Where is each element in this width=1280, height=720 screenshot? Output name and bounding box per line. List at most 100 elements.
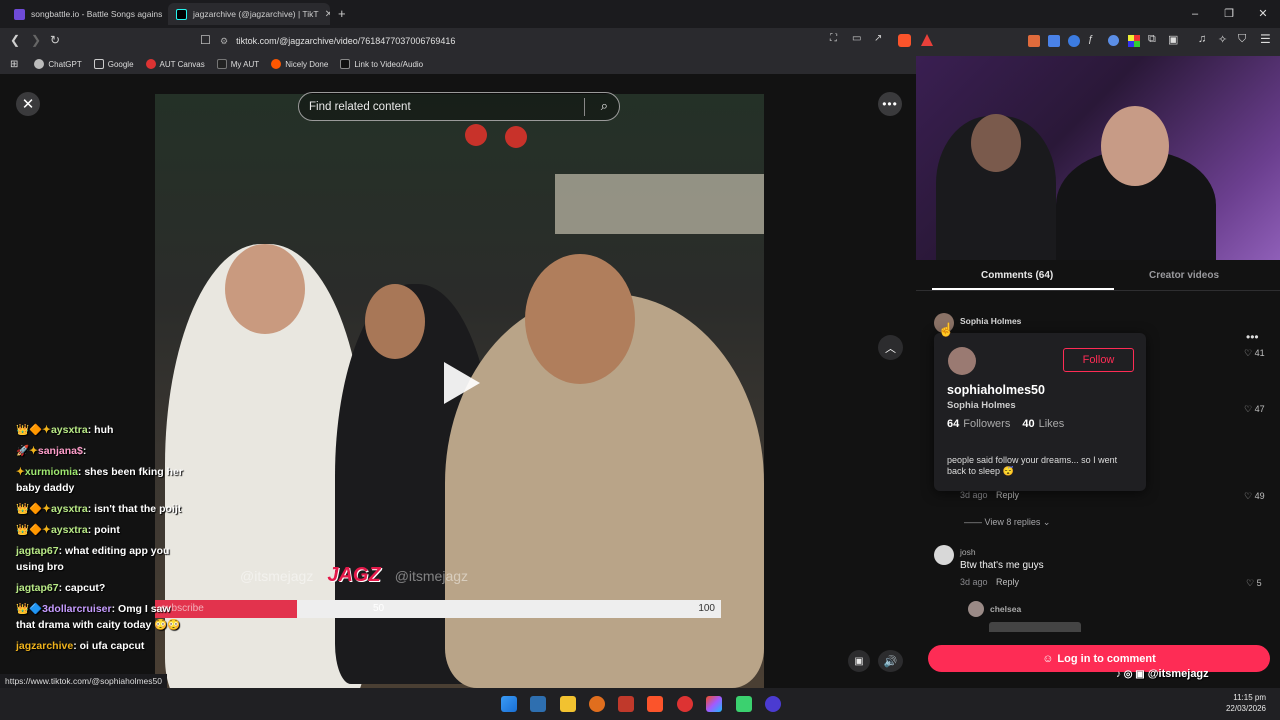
maximize-button[interactable]: ❐ [1212, 0, 1246, 28]
loading-placeholder [989, 622, 1081, 632]
ai-icon[interactable]: ✧ [1218, 33, 1227, 46]
avatar[interactable] [968, 601, 984, 617]
follow-button[interactable]: Follow [1063, 348, 1134, 372]
apps-grid-icon[interactable]: ⊞ [10, 59, 18, 70]
comment-time: 3d ago [960, 577, 988, 587]
close-window-button[interactable]: ✕ [1246, 0, 1280, 28]
cast-icon[interactable]: ▭ [852, 33, 861, 44]
bookmark-label: My AUT [230, 59, 260, 69]
minimize-button[interactable]: – [1178, 0, 1212, 28]
popup-avatar[interactable] [948, 347, 976, 375]
brave-rewards-icon[interactable] [921, 34, 933, 46]
back-icon[interactable]: ❮ [10, 33, 20, 47]
comment-more-icon[interactable]: ••• [1246, 330, 1259, 344]
comment-author[interactable]: Sophia Holmes [960, 316, 1021, 326]
site-info-icon[interactable]: ⚙ [220, 36, 228, 47]
reply-button[interactable]: Reply [996, 577, 1019, 587]
tab-tiktok[interactable]: jagzarchive (@jagzarchive) | TikT ✕ [168, 3, 330, 25]
new-tab-button[interactable]: + [338, 6, 346, 21]
bookmark-google[interactable]: Google [93, 59, 134, 69]
chat-badges-icon: 🚀✦ [16, 445, 38, 457]
start-menu-icon[interactable] [501, 696, 517, 712]
comment-author[interactable]: chelsea [990, 604, 1021, 614]
popup-username[interactable]: sophiaholmes50 [947, 383, 1045, 397]
taskbar-app-icon[interactable] [530, 696, 546, 712]
extension-icon[interactable]: ƒ [1088, 34, 1094, 45]
profile-popup: Follow sophiaholmes50 Sophia Holmes 64 F… [934, 333, 1146, 491]
folder-icon [93, 59, 104, 69]
face [971, 114, 1021, 172]
chat-username: aysxtra [50, 524, 88, 536]
play-icon[interactable] [444, 362, 480, 404]
chat-username: aysxtra [50, 503, 88, 515]
music-icon[interactable]: ♫ [1198, 33, 1206, 45]
extension-icon[interactable] [1048, 35, 1060, 47]
taskbar-app-icon[interactable] [618, 696, 634, 712]
volume-icon[interactable]: 🔊 [878, 650, 903, 672]
chat-message: ✦xurmiomia: shes been fking her baby dad… [16, 464, 186, 496]
close-tab-icon[interactable]: ✕ [325, 9, 330, 20]
taskbar-app-icon[interactable] [765, 696, 781, 712]
bookmark-label: AUT Canvas [159, 59, 205, 69]
followers-count: 64 [947, 418, 960, 430]
extension-icon[interactable] [1128, 35, 1140, 47]
picture-in-picture-button[interactable]: ▣ [848, 650, 870, 672]
comment-icon: ☺ [1042, 652, 1054, 665]
like-count[interactable]: ♡ 5 [1246, 578, 1262, 589]
close-video-button[interactable]: ✕ [16, 92, 40, 116]
media-icon[interactable]: ⛶ [830, 33, 837, 44]
forward-icon[interactable]: ❯ [31, 33, 41, 47]
bookmark-aut-canvas[interactable]: AUT Canvas [145, 59, 205, 69]
mouse-cursor-icon: ☝ [938, 322, 955, 337]
extensions-puzzle-icon[interactable]: ⧉ [1148, 33, 1156, 46]
system-clock[interactable]: 11:15 pm 22/03/2026 [1226, 692, 1266, 714]
stream-social-handle: ♪ ◎ ▣ @itsmejagz [1116, 668, 1209, 680]
login-to-comment-button[interactable]: ☺ Log in to comment [928, 645, 1270, 672]
extension-icon[interactable] [1028, 35, 1040, 47]
view-replies-button[interactable]: —— View 8 replies ⌄ [964, 517, 1050, 528]
extension-icon[interactable] [1108, 35, 1119, 46]
chat-badges-icon: 👑🔶✦ [16, 503, 51, 515]
bookmark-label: ChatGPT [48, 59, 82, 69]
clock-date: 22/03/2026 [1225, 704, 1266, 713]
reply-button[interactable]: Reply [996, 490, 1019, 500]
bookmark-link-to-video[interactable]: Link to Video/Audio [340, 59, 423, 69]
tab-creator-videos[interactable]: Creator videos [1149, 270, 1219, 281]
jagz-logo: JAGZ [327, 564, 381, 586]
tab-comments[interactable]: Comments (64) [981, 270, 1053, 281]
taskbar-app-icon[interactable] [677, 696, 693, 712]
avatar[interactable] [934, 545, 954, 565]
tab-songbattle[interactable]: songbattle.io - Battle Songs against e ✕ [6, 3, 162, 25]
like-count[interactable]: ♡ 47 [1244, 404, 1265, 415]
bookmark-my-aut[interactable]: My AUT [216, 59, 260, 69]
figma-icon[interactable] [706, 696, 722, 712]
brave-shields-icon[interactable] [898, 34, 911, 47]
like-count[interactable]: ♡ 41 [1244, 348, 1265, 359]
bookmark-nicely-done[interactable]: Nicely Done [271, 59, 328, 69]
find-related-search[interactable]: Find related content ⌕ [298, 92, 620, 121]
vpn-shield-icon[interactable]: ⛉ [1238, 33, 1246, 46]
menu-icon[interactable]: ☰ [1260, 32, 1271, 46]
url-text: tiktok.com/@jagzarchive/video/7618477037… [236, 36, 456, 46]
bookmark-label: Link to Video/Audio [354, 59, 424, 69]
taskbar-app-icon[interactable] [589, 696, 605, 712]
extension-icon[interactable] [1068, 35, 1080, 47]
like-count[interactable]: ♡ 49 [1244, 491, 1265, 502]
share-icon[interactable]: ↗ [874, 33, 882, 44]
bookmark-icon[interactable]: ☐ [200, 33, 211, 47]
lantern [465, 124, 487, 146]
brave-browser-icon[interactable] [647, 696, 663, 712]
comment-author[interactable]: josh [960, 547, 976, 557]
followers-label: Followers [963, 418, 1011, 430]
chat-text: point [94, 524, 120, 536]
reload-icon[interactable]: ↻ [50, 33, 60, 47]
previous-video-button[interactable]: ︿ [878, 335, 903, 360]
file-explorer-icon[interactable] [560, 696, 576, 712]
chat-username: 3dollarcruiser [42, 603, 112, 615]
taskbar-app-icon[interactable] [736, 696, 752, 712]
more-options-button[interactable]: ••• [878, 92, 902, 116]
comment-text: Btw that's me guys [960, 560, 1044, 571]
search-icon[interactable]: ⌕ [601, 98, 608, 114]
bookmark-chatgpt[interactable]: ChatGPT [34, 59, 82, 69]
sidebar-icon[interactable]: ▣ [1168, 33, 1178, 46]
